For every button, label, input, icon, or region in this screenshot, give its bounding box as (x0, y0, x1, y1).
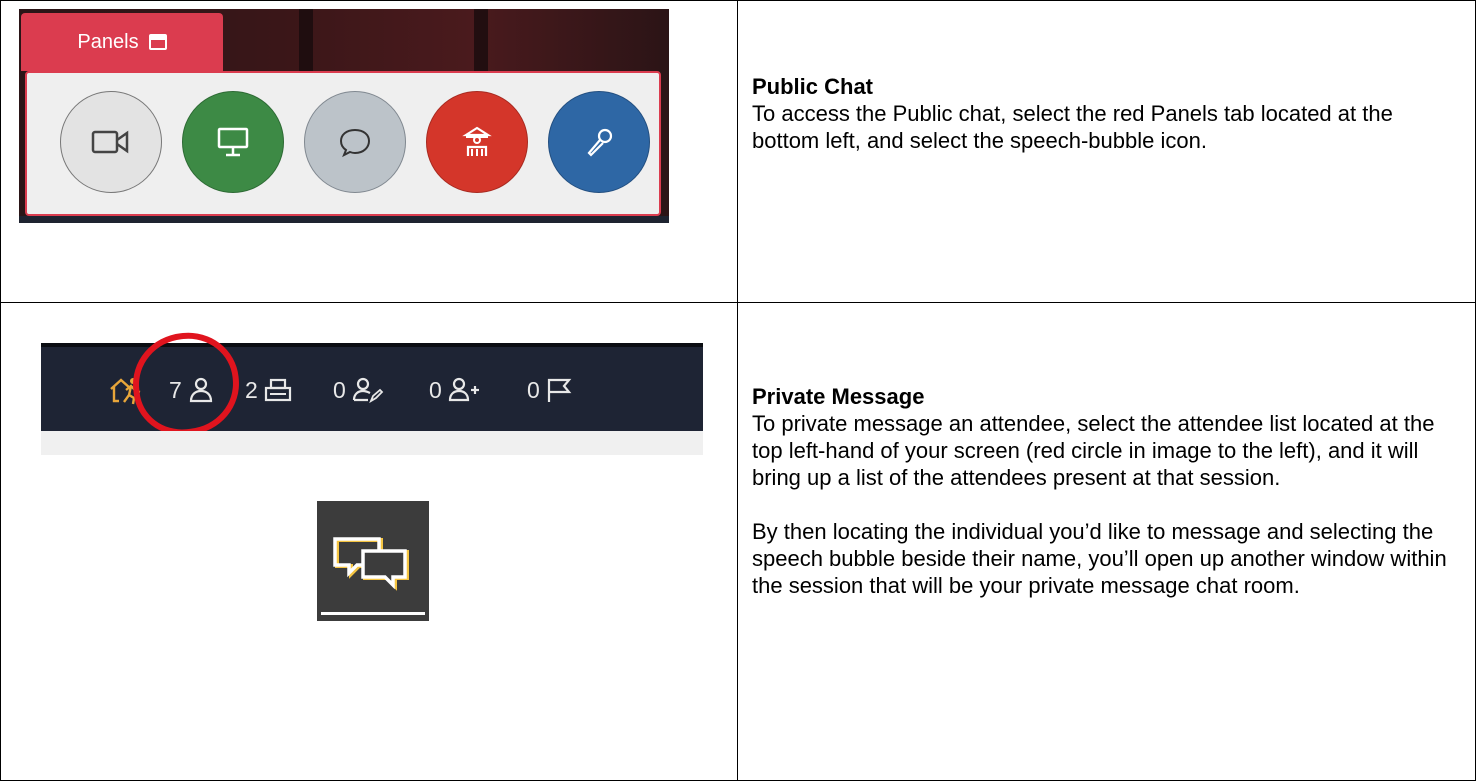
screen-share-button[interactable] (182, 91, 284, 193)
private-chat-bubbles-icon[interactable] (317, 501, 429, 611)
private-message-text-cell: Private Message To private message an at… (737, 302, 1476, 781)
stage-icon (462, 126, 492, 156)
edit-stat[interactable]: 0 (333, 375, 384, 405)
section-paragraph: To access the Public chat, select the re… (752, 101, 1393, 153)
person-pen-icon (352, 377, 384, 404)
private-chat-icon-screenshot (317, 501, 429, 621)
status-bar-bottom-area (41, 431, 703, 455)
speech-bubble-icon (339, 128, 371, 158)
section-heading: Public Chat (752, 74, 874, 99)
panels-tab[interactable]: Panels (21, 13, 223, 71)
public-chat-text-cell: Public Chat To access the Public chat, s… (737, 0, 1476, 303)
section-paragraph: To private message an attendee, select t… (752, 411, 1435, 490)
video-camera-icon (91, 130, 129, 154)
panels-toolbar (25, 71, 661, 216)
panels-screenshot: Panels (19, 9, 669, 223)
printer-icon (264, 378, 291, 402)
table-row: Panels Public Chat To access the Public … (0, 0, 1476, 303)
private-message-image-cell: 7 2 0 0 0 (0, 302, 738, 781)
section-heading: Private Message (752, 384, 925, 409)
add-attendee-stat[interactable]: 0 (429, 375, 480, 405)
microphone-icon (587, 128, 613, 157)
print-stat[interactable]: 2 (245, 375, 292, 405)
monitor-icon (217, 127, 249, 157)
active-underline (321, 612, 425, 615)
person-add-icon (448, 377, 479, 402)
video-camera-button[interactable] (60, 91, 162, 193)
print-count: 2 (245, 376, 258, 403)
table-row: 7 2 0 0 0 Private Message To private mes… (0, 302, 1476, 781)
calendar-icon (148, 34, 167, 50)
flag-icon (547, 378, 572, 402)
edit-count: 0 (333, 376, 346, 403)
section-paragraph: By then locating the individual you’d li… (752, 519, 1447, 598)
public-chat-button[interactable] (304, 91, 406, 193)
stage-button[interactable] (426, 91, 528, 193)
background-pillar (299, 9, 313, 79)
flag-count: 0 (527, 376, 540, 403)
screenshot-bottom-strip (19, 216, 669, 223)
status-bar-top-edge (41, 343, 703, 347)
microphone-button[interactable] (548, 91, 650, 193)
status-bar-screenshot: 7 2 0 0 0 (41, 327, 703, 455)
public-chat-image-cell: Panels (0, 0, 738, 303)
add-count: 0 (429, 376, 442, 403)
flag-stat[interactable]: 0 (527, 375, 572, 405)
background-pillar (474, 9, 488, 79)
instruction-table: Panels Public Chat To access the Public … (0, 0, 1476, 781)
panels-tab-label: Panels (77, 30, 139, 53)
